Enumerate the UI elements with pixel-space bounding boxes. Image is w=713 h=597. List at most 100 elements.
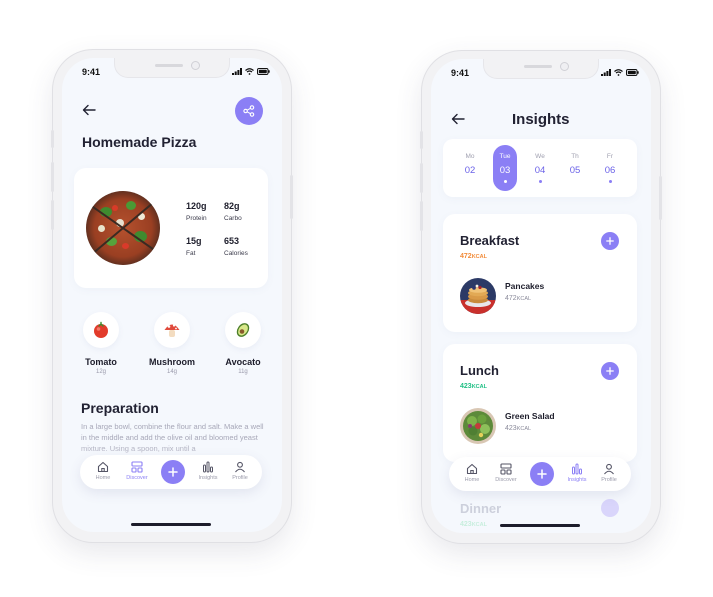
ingredient-tomato[interactable]: Tomato 12g <box>71 312 131 375</box>
meal-kcal-value: 423 <box>460 383 472 390</box>
day-we[interactable]: We 04 <box>528 145 552 183</box>
discover-icon <box>131 460 143 473</box>
ingredient-name: Tomato <box>85 357 117 367</box>
nav-discover[interactable]: Discover <box>491 462 521 483</box>
add-button[interactable] <box>161 460 185 484</box>
volume-up-button <box>420 163 423 193</box>
nav-insights[interactable]: Insights <box>193 460 223 481</box>
nav-label: Home <box>464 477 480 483</box>
nav-home[interactable]: Home <box>88 460 118 481</box>
camera <box>560 62 569 71</box>
ingredient-mushroom[interactable]: Mushroom 14g <box>142 312 202 375</box>
carbo-label: Carbo <box>224 215 242 222</box>
battery-icon <box>626 69 639 76</box>
mute-switch <box>51 130 54 148</box>
protein-label: Protein <box>186 215 207 222</box>
recipe-screen: 9:41 Homemade Pizza 120g Protein 82g Car… <box>62 58 282 532</box>
day-th[interactable]: Th 05 <box>563 145 587 176</box>
food-kcal-unit: KCAL <box>516 296 532 302</box>
add-meal-button[interactable] <box>601 362 619 380</box>
insights-screen: 9:41 Insights Mo 02 Tue 03 We 04 Th 05 F… <box>431 59 651 533</box>
speaker <box>155 64 183 67</box>
day-indicator-dot <box>503 180 507 183</box>
home-indicator <box>131 523 211 526</box>
bottom-nav: Home Discover Insights Profile <box>449 457 631 491</box>
ingredient-icon-wrap <box>83 312 119 348</box>
meal-kcal-unit: KCAL <box>471 254 487 260</box>
back-arrow-icon[interactable] <box>451 113 465 125</box>
meal-kcal-value: 472 <box>460 253 472 260</box>
add-meal-button[interactable] <box>601 232 619 250</box>
battery-icon <box>257 68 270 75</box>
home-icon <box>466 463 478 474</box>
meal-card-lunch: Lunch 423KCAL Green Salad 423KCAL <box>443 344 637 462</box>
nav-insights[interactable]: Insights <box>562 462 592 483</box>
salad-icon <box>460 408 496 444</box>
back-arrow-icon[interactable] <box>82 104 96 116</box>
nav-home[interactable]: Home <box>457 462 487 483</box>
ingredient-icon-wrap <box>225 312 261 348</box>
notch <box>114 58 230 78</box>
avocado-icon <box>236 323 250 337</box>
day-name: Tue <box>499 153 511 160</box>
nav-label: Discover <box>495 477 517 483</box>
pancakes-image <box>460 278 496 314</box>
pancakes-icon <box>460 278 496 314</box>
nav-discover[interactable]: Discover <box>122 460 152 481</box>
nav-label: Profile <box>232 475 248 481</box>
profile-icon <box>604 463 614 474</box>
meal-title: Breakfast <box>460 233 520 248</box>
ingredient-amount: 11g <box>238 369 248 375</box>
fat-value: 15g <box>186 236 202 246</box>
add-meal-button-dinner[interactable] <box>601 499 619 517</box>
meal-kcal: 472KCAL <box>460 253 487 260</box>
meal-kcal-dinner: 423KCAL <box>460 521 487 528</box>
plus-icon <box>168 467 178 477</box>
ingredient-amount: 12g <box>95 369 106 375</box>
carbo-value: 82g <box>224 201 240 211</box>
nav-label: Insights <box>567 477 587 483</box>
day-name: We <box>535 153 545 160</box>
day-date: 06 <box>604 165 616 176</box>
day-date: 03 <box>499 165 511 176</box>
food-kcal: 472KCAL <box>505 295 531 302</box>
ingredient-amount: 14g <box>166 369 177 375</box>
power-button <box>290 175 293 219</box>
meal-kcal-unit: KCAL <box>471 522 487 528</box>
nav-profile[interactable]: Profile <box>225 460 255 481</box>
plus-icon <box>606 237 614 245</box>
phone-recipe: 9:41 Homemade Pizza 120g Protein 82g Car… <box>51 50 293 542</box>
insights-icon <box>572 463 582 474</box>
insights-icon <box>203 461 213 472</box>
green-salad-image <box>460 408 496 444</box>
plus-icon <box>537 469 547 479</box>
food-kcal-value: 423 <box>505 425 517 432</box>
ingredient-name: Mushroom <box>149 357 195 367</box>
day-fr[interactable]: Fr 06 <box>598 145 622 183</box>
insights-title: Insights <box>512 111 570 128</box>
protein-value: 120g <box>186 201 207 211</box>
day-tue[interactable]: Tue 03 <box>493 145 517 191</box>
pizza-image <box>86 191 160 265</box>
share-button[interactable] <box>235 97 263 125</box>
nav-label: Home <box>95 475 111 481</box>
day-mo[interactable]: Mo 02 <box>458 145 482 176</box>
volume-down-button <box>51 200 54 230</box>
status-time: 9:41 <box>451 68 470 78</box>
add-button[interactable] <box>530 462 554 486</box>
meal-kcal: 423KCAL <box>460 383 487 390</box>
nav-profile[interactable]: Profile <box>594 462 624 483</box>
meal-title-dinner: Dinner <box>460 501 502 516</box>
nav-label: Profile <box>601 477 617 483</box>
day-date: 04 <box>534 165 546 176</box>
status-icons <box>232 68 270 75</box>
day-name: Mo <box>465 153 475 160</box>
home-indicator <box>500 524 580 527</box>
tomato-icon <box>94 321 108 338</box>
wifi-icon <box>245 68 254 75</box>
status-time: 9:41 <box>82 67 101 77</box>
wifi-icon <box>614 69 623 76</box>
share-icon <box>243 105 255 117</box>
ingredient-avocado[interactable]: Avocato 11g <box>213 312 273 375</box>
ingredient-name: Avocato <box>225 357 261 367</box>
